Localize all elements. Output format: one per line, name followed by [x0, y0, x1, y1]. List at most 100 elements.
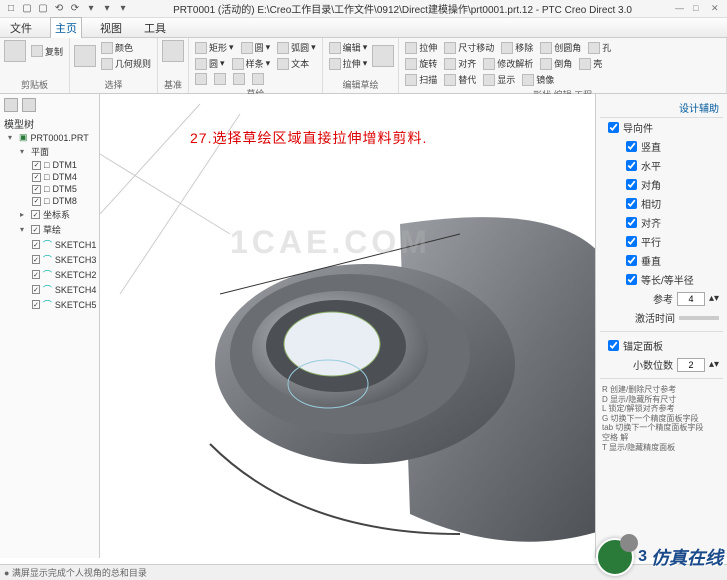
- chamfer-button[interactable]: 倒角: [538, 56, 574, 71]
- tree-item[interactable]: ✓□DTM1: [4, 159, 95, 171]
- tree-item[interactable]: ✓⌒SKETCH2: [4, 267, 95, 282]
- dimmove-button[interactable]: 尺寸移动: [442, 40, 496, 55]
- revolve-icon: [405, 58, 417, 70]
- geom-button[interactable]: 几何规则: [99, 56, 153, 71]
- modres-button[interactable]: 修改解析: [481, 56, 535, 71]
- tree-item[interactable]: ✓⌒SKETCH5: [4, 297, 95, 312]
- revolve-button[interactable]: 旋转: [403, 56, 439, 71]
- shell-button[interactable]: 壳: [577, 56, 604, 71]
- copy-button[interactable]: 复制: [29, 44, 65, 59]
- mirror-icon: [522, 74, 534, 86]
- qat-save-icon[interactable]: ▢: [36, 2, 50, 16]
- slider[interactable]: [679, 316, 719, 320]
- text-button[interactable]: 文本: [275, 56, 311, 71]
- qat-drop1-icon[interactable]: ▾: [84, 2, 98, 16]
- tree-item[interactable]: ✓□DTM4: [4, 171, 95, 183]
- maximize-icon[interactable]: □: [693, 3, 705, 15]
- graphics-canvas[interactable]: 27.选择草绘区域直接拉伸增料剪料. 1CAE.COM: [100, 94, 595, 558]
- rect-button[interactable]: 矩形▾: [193, 40, 236, 55]
- chk-diagonal[interactable]: 对角: [618, 175, 723, 194]
- remove-button[interactable]: 移除: [499, 40, 535, 55]
- fillet-button[interactable]: 创圆角: [538, 40, 583, 55]
- tab-view[interactable]: 视图: [96, 18, 126, 38]
- sk2-icon: [214, 73, 226, 85]
- line-icon[interactable]: [162, 40, 184, 62]
- qat-open-icon[interactable]: ▢: [20, 2, 34, 16]
- qat-new-icon[interactable]: □: [4, 2, 18, 16]
- tab-home[interactable]: 主页: [50, 17, 82, 38]
- chk-align[interactable]: 对齐: [618, 213, 723, 232]
- sweep-button[interactable]: 扫描: [403, 72, 439, 87]
- hole-button[interactable]: 孔: [586, 40, 613, 55]
- chk-vertical[interactable]: 竖直: [618, 137, 723, 156]
- mirror-button[interactable]: 镜像: [520, 72, 556, 87]
- badge-text: 仿真在线: [651, 544, 723, 570]
- group-label: 剪贴板: [4, 78, 65, 91]
- tree-group-csys[interactable]: ▸✓坐标系: [4, 207, 95, 222]
- field-actime: 激活时间: [600, 308, 723, 327]
- group-label: 选择: [74, 78, 153, 91]
- tab-tools[interactable]: 工具: [140, 18, 170, 38]
- edit-button[interactable]: 编辑▾: [327, 40, 370, 55]
- tree-icon2[interactable]: [22, 98, 36, 112]
- ribbon-group-editsketch: 编辑▾ 拉伸▾ 编辑草绘: [323, 38, 400, 93]
- align-button[interactable]: 对齐: [442, 56, 478, 71]
- sk4-button[interactable]: [250, 72, 266, 86]
- rect-icon: [195, 42, 207, 54]
- tree-item[interactable]: ✓⌒SKETCH4: [4, 282, 95, 297]
- qat-redo-icon[interactable]: ⟳: [68, 2, 82, 16]
- model-tree: 模型树 ▾▣PRT0001.PRT ▾平面 ✓□DTM1 ✓□DTM4 ✓□DT…: [0, 94, 100, 558]
- moverotate-icon[interactable]: [372, 45, 394, 67]
- spline-button[interactable]: 样条▾: [230, 56, 273, 71]
- circle-button[interactable]: 圆▾: [239, 40, 273, 55]
- design-assist-panel: 设计辅助 导向件 竖直 水平 对角 相切 对齐 平行 垂直 等长/等半径 参考▴…: [595, 94, 727, 558]
- quick-access-toolbar: □ ▢ ▢ ⟲ ⟳ ▾ ▾ ▾: [4, 2, 130, 16]
- qat-drop3-icon[interactable]: ▾: [116, 2, 130, 16]
- show-button[interactable]: 显示: [481, 72, 517, 87]
- sk2-button[interactable]: [212, 72, 228, 86]
- refs-input[interactable]: [677, 292, 705, 306]
- replace-button[interactable]: 替代: [442, 72, 478, 87]
- remove-icon: [501, 42, 513, 54]
- close-icon[interactable]: ✕: [711, 3, 723, 15]
- qat-drop2-icon[interactable]: ▾: [100, 2, 114, 16]
- color-button[interactable]: 颜色: [99, 40, 153, 55]
- sk4-icon: [252, 73, 264, 85]
- chk-perpendicular[interactable]: 垂直: [618, 251, 723, 270]
- extrude2-button[interactable]: 拉伸: [403, 40, 439, 55]
- sk1-button[interactable]: [193, 72, 209, 86]
- badge-icon: [596, 538, 634, 576]
- qat-undo-icon[interactable]: ⟲: [52, 2, 66, 16]
- window-title: PRT0001 (活动的) E:\Creo工作目录\工作文件\0912\Dire…: [130, 1, 675, 16]
- circle2-button[interactable]: 圆▾: [193, 56, 227, 71]
- chk-guides[interactable]: 导向件: [600, 118, 723, 137]
- sk3-button[interactable]: [231, 72, 247, 86]
- tree-group-plane[interactable]: ▾平面: [4, 144, 95, 159]
- copy-icon: [31, 45, 43, 57]
- arc-button[interactable]: 弧圆▾: [275, 40, 318, 55]
- tree-icon[interactable]: [4, 98, 18, 112]
- tree-item[interactable]: ✓⌒SKETCH3: [4, 252, 95, 267]
- tree-root[interactable]: ▾▣PRT0001.PRT: [4, 131, 95, 144]
- ribbon-group-shape: 拉伸 尺寸移动 移除 创圆角 孔 旋转 对齐 修改解析 倒角 壳 扫描 替代 显…: [399, 38, 727, 93]
- tree-item[interactable]: ✓□DTM8: [4, 195, 95, 207]
- paste-icon[interactable]: [4, 40, 26, 62]
- extrude-button[interactable]: 拉伸▾: [327, 56, 370, 71]
- status-text: ● 满屏显示完成个人视角的总和目录: [4, 568, 147, 578]
- sweep-icon: [405, 74, 417, 86]
- tree-item[interactable]: ✓⌒SKETCH1: [4, 237, 95, 252]
- chk-horizontal[interactable]: 水平: [618, 156, 723, 175]
- chk-parallel[interactable]: 平行: [618, 232, 723, 251]
- group-label: 编辑草绘: [327, 78, 395, 91]
- spline-icon: [232, 58, 244, 70]
- chk-anchor[interactable]: 锚定面板: [600, 336, 723, 355]
- minimize-icon[interactable]: —: [675, 3, 687, 15]
- chk-tangent[interactable]: 相切: [618, 194, 723, 213]
- chk-equal[interactable]: 等长/等半径: [618, 270, 723, 289]
- fillet-icon: [540, 42, 552, 54]
- tree-item[interactable]: ✓□DTM5: [4, 183, 95, 195]
- select-icon[interactable]: [74, 45, 96, 67]
- decimals-input[interactable]: [677, 358, 705, 372]
- tab-file[interactable]: 文件: [6, 18, 36, 38]
- tree-group-sketch[interactable]: ▾✓草绘: [4, 222, 95, 237]
